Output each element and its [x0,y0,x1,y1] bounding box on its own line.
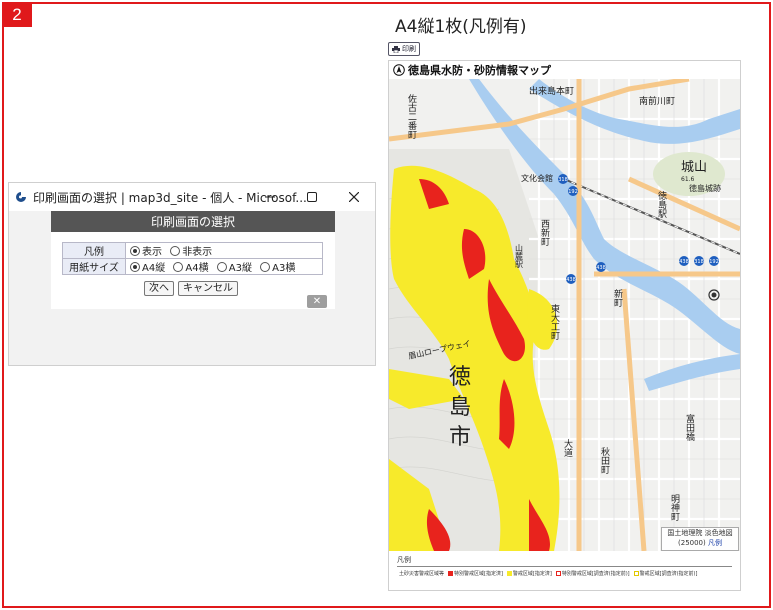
window-close-button[interactable] [333,183,375,211]
cancel-button[interactable]: キャンセル [178,281,238,296]
map-label-shinmachi: 新町 [612,288,623,307]
paper-size-row: 用紙サイズ A4縦 A4横 A3縦 A3横 [62,258,323,275]
svg-text:438: 438 [566,277,576,283]
next-button[interactable]: 次へ [144,281,174,296]
maximize-icon [307,192,317,202]
legend-swatch [448,571,454,576]
minimize-icon [265,196,275,198]
a3-portrait-radio[interactable]: A3縦 [216,262,252,274]
print-select-window: 印刷画面の選択 | map3d_site - 個人 - Microsof... … [8,182,376,366]
svg-text:318: 318 [558,177,568,183]
map-title: 徳島県水防・砂防情報マップ [408,64,551,77]
printer-icon [392,45,400,53]
step-badge: 2 [2,2,32,27]
svg-text:市: 市 [449,425,471,450]
map-label-station: 徳島駅 [656,190,667,219]
map-label-nishishin: 西新町 [539,219,550,246]
legend-link[interactable]: 凡例 [708,539,722,547]
options-table: 凡例 表示 非表示 用紙サイズ A4縦 A4横 A3縦 A3横 [62,242,323,275]
svg-text:438: 438 [596,265,606,271]
dialog-close-button[interactable]: ✕ [307,295,327,308]
legend: 凡例 土砂災害警戒区域等 特別警戒区域[指定済] 警戒区域[指定済] 特別警戒区域[調… [393,553,736,589]
map-label-castle: 城山 [681,160,707,175]
map-title-bar: 徳島県水防・砂防情報マップ [389,61,740,79]
svg-text:318: 318 [694,259,704,265]
page-heading: A4縦1枚(凡例有) [395,17,527,37]
map-label-city: 徳 [449,365,471,390]
map[interactable]: 318 192 438 438 438 318 192 徳 島 市 城山 61.… [389,79,740,551]
legend-item: 土砂災害警戒区域等 [399,571,445,577]
map-label-myojin: 明神町 [669,494,680,521]
print-button[interactable]: 印刷 [388,42,420,56]
legend-item: 特別警戒区域[調査済(指定前)] [555,570,630,577]
dialog-content: 印刷画面の選択 凡例 表示 非表示 用紙サイズ A4縦 A4横 A3縦 A3横 [51,211,335,309]
map-label-akita: 秋田町 [599,446,610,474]
legend-item: 警戒区域[調査済(指定前)] [633,570,697,577]
map-label-higashi: 東大工町 [549,303,560,340]
legend-swatch [555,571,561,576]
map-label-yamazato: 山麓駅 [515,243,524,269]
window-titlebar: 印刷画面の選択 | map3d_site - 個人 - Microsof... [9,183,375,211]
legend-items: 土砂災害警戒区域等 特別警戒区域[指定済] 警戒区域[指定済] 特別警戒区域[調査済(… [399,570,729,577]
legend-row: 凡例 表示 非表示 [62,242,323,259]
svg-text:192: 192 [568,189,578,195]
legend-item: 特別警戒区域[指定済] [448,570,503,577]
legend-swatch [506,571,512,576]
maximize-button[interactable] [291,183,333,211]
a4-landscape-radio[interactable]: A4横 [173,262,209,274]
svg-text:島: 島 [449,395,471,420]
attribution-box: 国土地理院 淡色地図 (25000) 凡例 [661,527,739,551]
a4-portrait-radio[interactable]: A4縦 [130,262,165,274]
legend-show-radio[interactable]: 表示 [130,246,162,258]
map-label-elevation: 61.6 [681,176,695,183]
map-label-kaikan: 文化会館 [521,173,553,183]
svg-text:438: 438 [679,259,689,265]
edge-app-icon [16,192,26,202]
minimize-button[interactable] [249,183,291,211]
north-arrow-icon [393,64,405,76]
map-label-jokai: 徳島城跡 [689,183,721,193]
a3-landscape-radio[interactable]: A3横 [260,262,295,274]
print-preview: 徳島県水防・砂防情報マップ 318 192 438 438 438 318 19… [388,60,741,591]
dialog-header: 印刷画面の選択 [51,211,335,232]
map-label-kaido: 大道 [562,438,573,458]
svg-text:192: 192 [709,259,719,265]
legend-hide-radio[interactable]: 非表示 [170,246,212,258]
legend-item: 警戒区域[指定済] [506,570,552,577]
map-label-deki: 出来島本町 [529,85,574,97]
paper-size-label: 用紙サイズ [62,258,126,275]
map-label-tomita: 富田橋 [684,413,695,442]
map-label-minami: 南前川町 [639,95,675,107]
legend-label: 凡例 [62,242,126,259]
legend-title: 凡例 [397,556,411,564]
legend-swatch [633,571,639,576]
close-icon [349,192,359,202]
map-label-tamura: 佐古二番町 [406,93,417,139]
